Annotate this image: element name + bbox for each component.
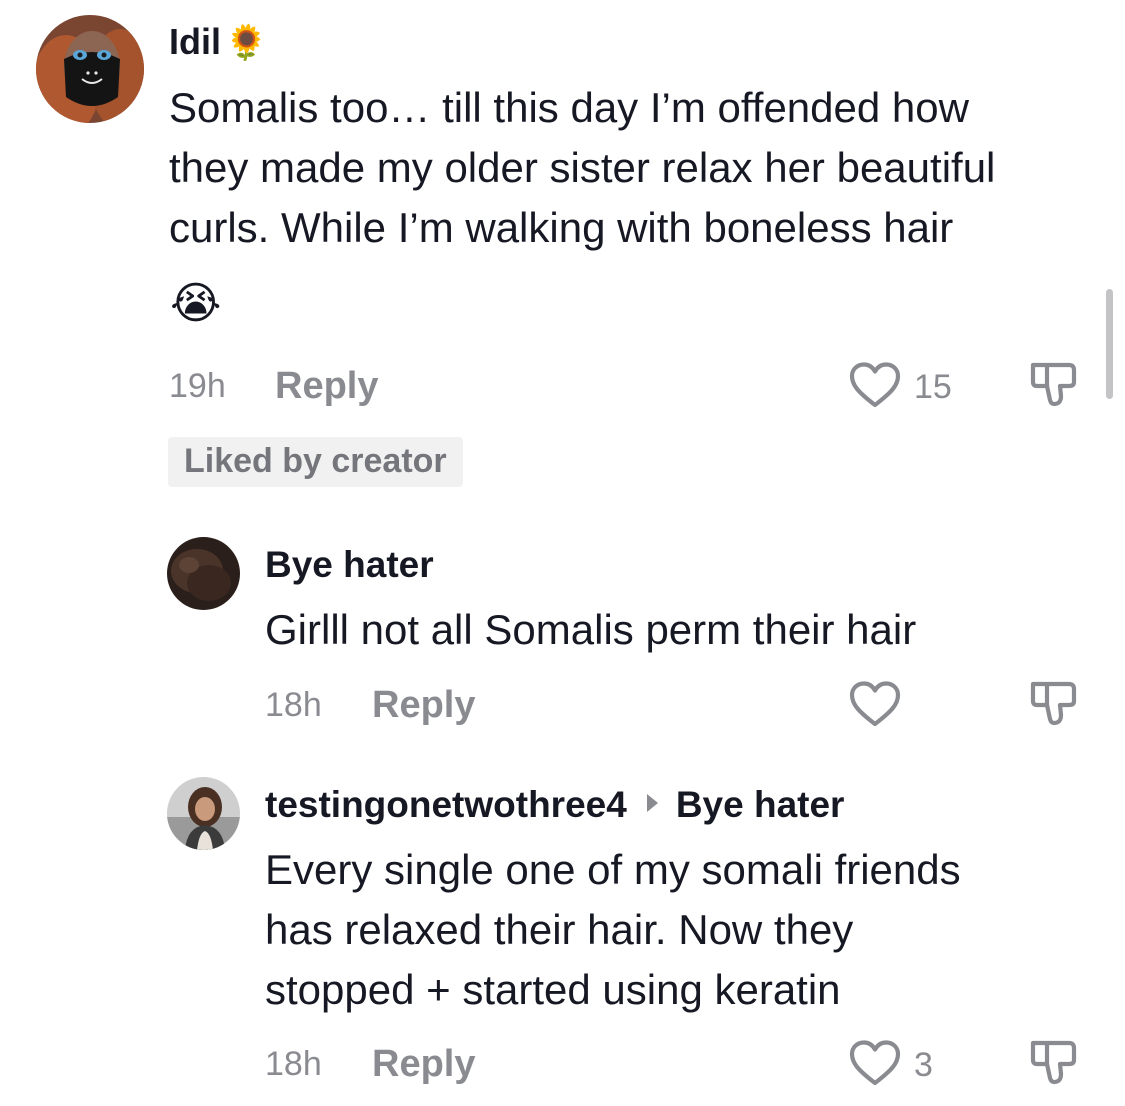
comment-text-line: curls. While I’m walking with boneless h…	[169, 204, 954, 251]
comment-username: testingonetwothree4 Bye hater	[265, 786, 844, 823]
comment-username[interactable]: Bye hater	[265, 546, 434, 583]
heart-outline-icon	[849, 362, 901, 408]
like-button[interactable]	[848, 1039, 902, 1087]
comment-text-line: has relaxed their hair. Now they	[265, 906, 854, 953]
avatar[interactable]	[167, 537, 240, 610]
reply-button[interactable]: Reply	[372, 1045, 475, 1083]
comment-text: Every single one of my somali friends ha…	[265, 840, 961, 1020]
avatar[interactable]	[36, 15, 144, 123]
dislike-button[interactable]	[1029, 679, 1079, 729]
heart-outline-icon	[849, 1040, 901, 1086]
like-count: 15	[914, 368, 952, 406]
reply-to-username[interactable]: Bye hater	[676, 784, 845, 825]
reply-button[interactable]: Reply	[372, 686, 475, 724]
comment-text-line: Somalis too… till this day I’m offended …	[169, 84, 969, 131]
thumbs-down-icon	[1030, 1040, 1077, 1085]
comment-text: Somalis too… till this day I’m offended …	[169, 78, 995, 258]
heart-outline-icon	[849, 681, 901, 727]
thumbs-down-icon	[1030, 681, 1077, 726]
thumbs-down-icon	[1030, 362, 1077, 407]
like-button[interactable]	[848, 361, 902, 409]
comment-username[interactable]: Idil 🌻	[169, 21, 268, 62]
username-text: Idil	[169, 21, 221, 62]
avatar[interactable]	[167, 777, 240, 850]
like-count: 3	[914, 1046, 933, 1084]
reply-button[interactable]: Reply	[275, 367, 378, 405]
comment-text-line: they made my older sister relax her beau…	[169, 144, 996, 191]
dislike-button[interactable]	[1029, 360, 1079, 410]
comment-text-line: Every single one of my somali friends	[265, 846, 961, 893]
scrollbar[interactable]	[1106, 289, 1113, 399]
liked-by-creator-badge: Liked by creator	[168, 437, 463, 487]
sunflower-emoji: 🌻	[225, 24, 268, 62]
comment-time: 18h	[265, 1045, 322, 1083]
dislike-button[interactable]	[1029, 1038, 1079, 1088]
crying-emoji: 😭	[170, 279, 222, 328]
like-button[interactable]	[848, 680, 902, 728]
reply-author[interactable]: testingonetwothree4	[265, 784, 627, 825]
triangle-right-icon	[646, 794, 658, 812]
comment-text: Girlll not all Somalis perm their hair	[265, 600, 916, 660]
comment-text-line: stopped + started using keratin	[265, 966, 841, 1013]
comment-time: 18h	[265, 686, 322, 724]
comment-text-line: Girlll not all Somalis perm their hair	[265, 606, 917, 653]
comment-time: 19h	[169, 367, 226, 405]
